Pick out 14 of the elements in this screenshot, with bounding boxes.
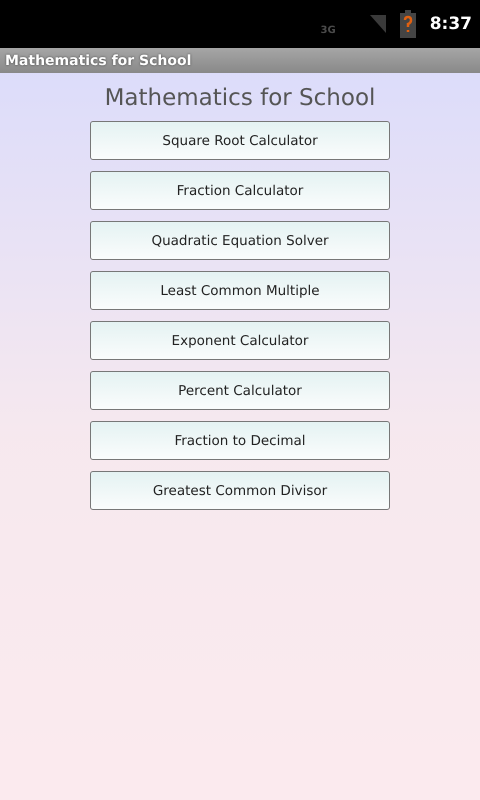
signal-icon xyxy=(370,15,386,33)
menu-button[interactable]: Quadratic Equation Solver xyxy=(90,221,390,260)
menu-button[interactable]: Fraction Calculator xyxy=(90,171,390,210)
menu-button[interactable]: Percent Calculator xyxy=(90,371,390,410)
menu-button[interactable]: Square Root Calculator xyxy=(90,121,390,160)
app-title: Mathematics for School xyxy=(0,48,480,73)
battery-icon xyxy=(400,10,416,38)
page-heading: Mathematics for School xyxy=(104,85,376,111)
menu-button[interactable]: Greatest Common Divisor xyxy=(90,471,390,510)
menu-button[interactable]: Least Common Multiple xyxy=(90,271,390,310)
menu-button[interactable]: Exponent Calculator xyxy=(90,321,390,360)
clock: 8:37 xyxy=(430,14,472,34)
menu-button[interactable]: Fraction to Decimal xyxy=(90,421,390,460)
network-type: 3G xyxy=(320,24,336,36)
